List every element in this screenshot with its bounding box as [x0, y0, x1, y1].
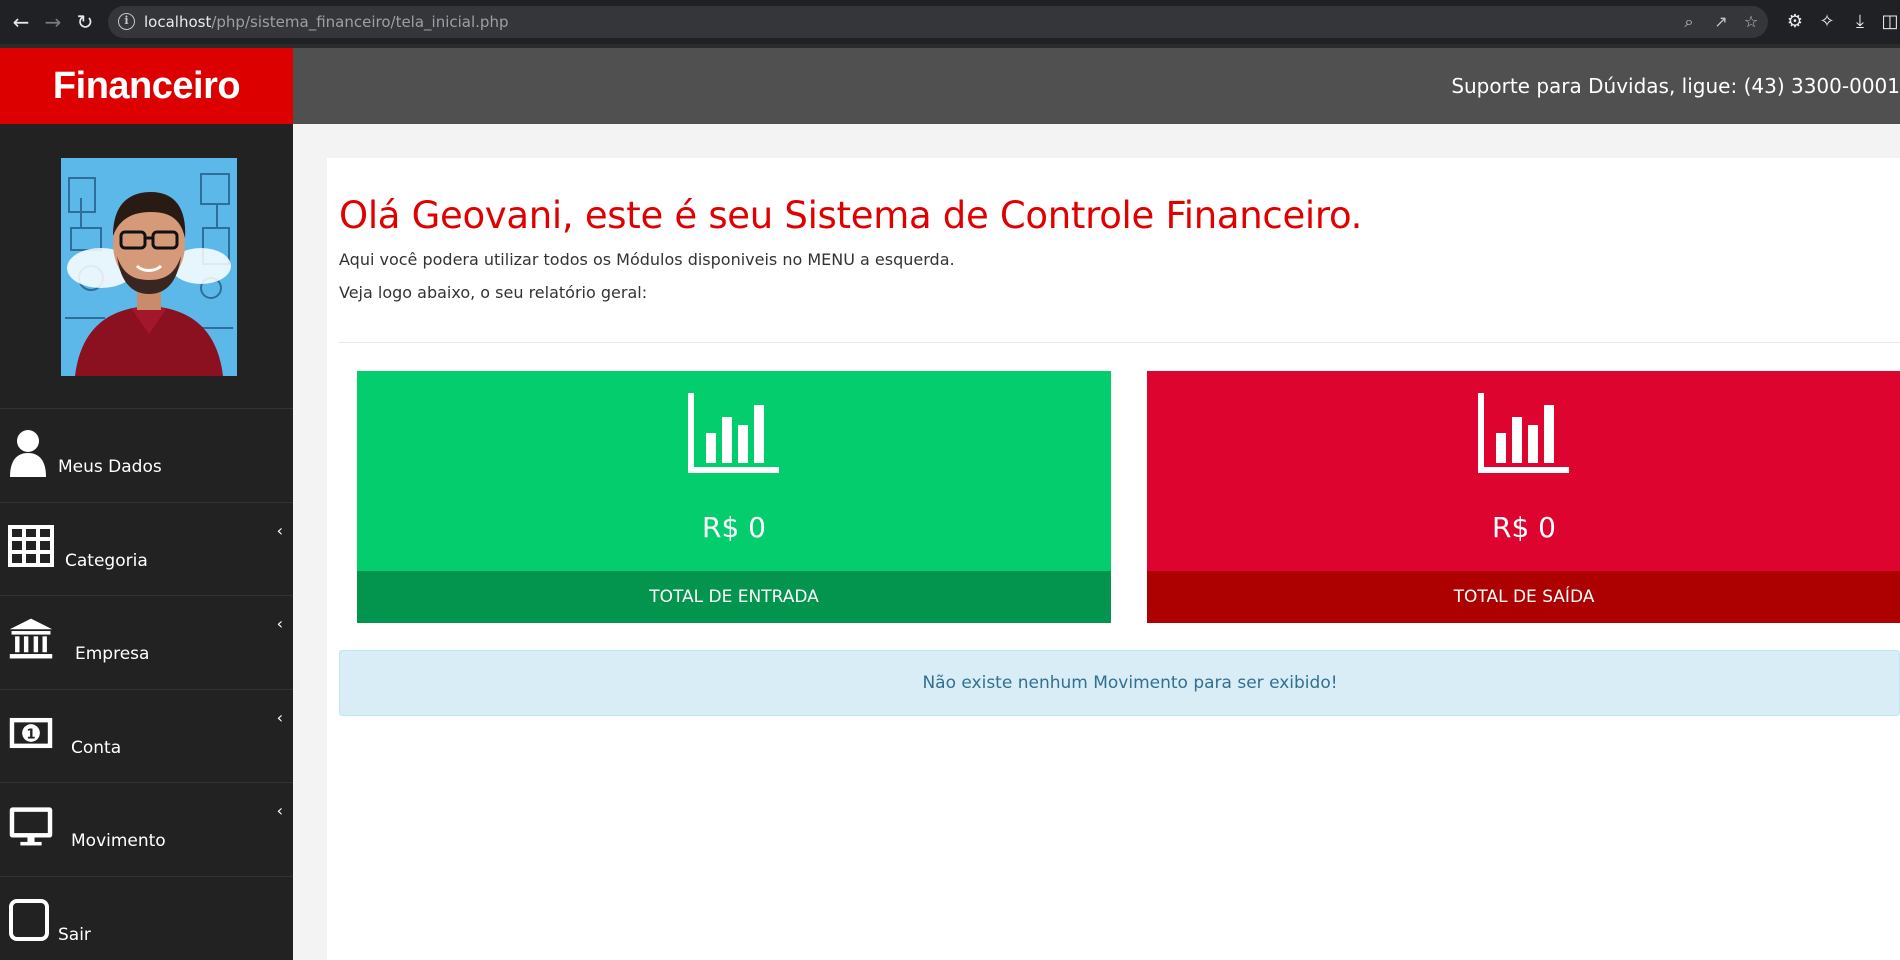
intro-text: Aqui você podera utilizar todos os Módul… — [339, 250, 955, 269]
download-icon[interactable]: ⤓ — [1845, 0, 1875, 44]
main-content: Olá Geovani, este é seu Sistema de Contr… — [327, 158, 1900, 960]
entrada-label[interactable]: TOTAL DE ENTRADA — [357, 571, 1111, 623]
chevron-left-icon[interactable]: ‹ — [277, 614, 283, 633]
top-navbar: Suporte para Dúvidas, ligue: (43) 3300-0… — [293, 48, 1900, 124]
arrow-left-icon[interactable]: ← — [6, 0, 36, 44]
sidebar-item-label: Empresa — [75, 644, 150, 664]
sidebar-item-sair[interactable]: Sair — [0, 875, 293, 960]
chevron-left-icon[interactable]: ‹ — [277, 521, 283, 540]
bar-chart-icon — [688, 393, 779, 473]
money-icon: 1 — [9, 717, 53, 748]
total-entrada-card[interactable]: R$ 0 TOTAL DE ENTRADA — [357, 371, 1111, 623]
site-info-icon[interactable]: i — [118, 13, 135, 30]
sidebar-item-conta[interactable]: 1 Conta ‹ — [0, 688, 293, 783]
grid-icon — [8, 524, 54, 567]
sidebar-item-meus-dados[interactable]: Meus Dados — [0, 408, 293, 502]
entrada-amount: R$ 0 — [702, 511, 766, 544]
total-saida-card[interactable]: R$ 0 TOTAL DE SAÍDA — [1147, 371, 1900, 623]
logout-icon — [9, 898, 49, 941]
empty-message: Não existe nenhum Movimento para ser exi… — [922, 673, 1338, 693]
saida-label[interactable]: TOTAL DE SAÍDA — [1147, 571, 1900, 623]
sidebar-item-movimento[interactable]: Movimento ‹ — [0, 782, 293, 876]
user-icon — [10, 430, 46, 477]
arrow-right-icon[interactable]: → — [38, 0, 68, 44]
sidebar-item-label: Sair — [58, 924, 91, 945]
saida-amount: R$ 0 — [1492, 511, 1556, 544]
sidebar-item-categoria[interactable]: Categoria ‹ — [0, 501, 293, 596]
address-bar[interactable]: i localhost/php/sistema_financeiro/tela_… — [108, 6, 1768, 38]
bar-chart-icon — [1478, 393, 1569, 473]
sidebar-item-label: Categoria — [65, 550, 148, 571]
reload-icon[interactable]: ↻ — [70, 0, 100, 44]
svg-text:1: 1 — [26, 727, 35, 742]
side-panel-icon[interactable]: ◫ — [1875, 0, 1900, 44]
sidebar: Meus Dados Categoria ‹ Empresa ‹ 1 Conta… — [0, 124, 293, 960]
sidebar-item-empresa[interactable]: Empresa ‹ — [0, 595, 293, 689]
chevron-left-icon[interactable]: ‹ — [277, 708, 283, 727]
report-hint-text: Veja logo abaixo, o seu relatório geral: — [339, 283, 648, 302]
sidebar-item-label: Movimento — [71, 831, 166, 851]
puzzle-icon[interactable]: ✧ — [1812, 0, 1842, 44]
brand-logo[interactable]: Financeiro — [0, 48, 293, 124]
support-text: Suporte para Dúvidas, ligue: (43) 3300-0… — [1451, 74, 1900, 98]
star-icon[interactable]: ☆ — [1738, 6, 1764, 38]
page-title: Olá Geovani, este é seu Sistema de Contr… — [339, 194, 1363, 237]
zoom-icon[interactable]: ⌕ — [1676, 6, 1702, 38]
divider — [339, 342, 1900, 343]
chevron-left-icon[interactable]: ‹ — [277, 801, 283, 820]
monitor-icon — [9, 807, 53, 846]
empty-movement-alert: Não existe nenhum Movimento para ser exi… — [339, 650, 1900, 716]
url-text[interactable]: localhost/php/sistema_financeiro/tela_in… — [144, 6, 508, 38]
extension-gear-icon[interactable]: ⚙ — [1780, 0, 1810, 44]
browser-toolbar: ← → ↻ i localhost/php/sistema_financeiro… — [0, 0, 1900, 44]
avatar — [61, 158, 237, 376]
sidebar-menu: Meus Dados Categoria ‹ Empresa ‹ 1 Conta… — [0, 408, 293, 960]
sidebar-item-label: Meus Dados — [58, 457, 162, 477]
bank-icon — [9, 618, 53, 659]
share-icon[interactable]: ↗ — [1708, 6, 1734, 38]
sidebar-item-label: Conta — [71, 737, 122, 758]
